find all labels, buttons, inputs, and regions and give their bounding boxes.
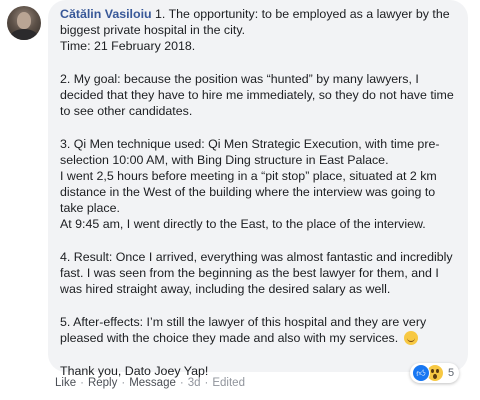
smile-emoji-icon	[403, 331, 418, 345]
separator: ·	[80, 377, 84, 389]
comment: Cătălin Vasiloiu 1. The opportunity: to …	[0, 0, 480, 400]
like-button[interactable]: Like	[55, 377, 76, 389]
comment-paragraph-2: 2. My goal: because the position was “hu…	[60, 71, 456, 119]
paragraph-3-line-3: At 9:45 am, I went directly to the East,…	[60, 217, 426, 231]
message-button[interactable]: Message	[129, 377, 176, 389]
avatar-shoulders	[10, 29, 38, 40]
author-name[interactable]: Cătălin Vasiloiu	[60, 7, 152, 21]
avatar-face	[17, 12, 31, 29]
comment-bubble: Cătălin Vasiloiu 1. The opportunity: to …	[48, 0, 468, 378]
paragraph-3-line-2: I went 2,5 hours before meeting in a “pi…	[60, 169, 437, 215]
paragraph-3-line-1: 3. Qi Men technique used: Qi Men Strateg…	[60, 137, 440, 167]
like-icon: 👍︎	[412, 364, 430, 382]
comment-paragraph-1: Cătălin Vasiloiu 1. The opportunity: to …	[60, 6, 456, 54]
paragraph-1-line-2: Time: 21 February 2018.	[60, 39, 196, 53]
paragraph-5-line-1: 5. After-effects: I’m still the lawyer o…	[60, 315, 427, 345]
paragraph-6-line-1: Thank you, Dato Joey Yap!	[60, 364, 209, 378]
paragraph-4-line-1: 4. Result: Once I arrived, everything wa…	[60, 250, 453, 296]
wow-eye-left	[431, 369, 434, 373]
reaction-count: 5	[448, 367, 455, 379]
edited-label[interactable]: Edited	[212, 377, 245, 389]
paragraph-2-line-1: 2. My goal: because the position was “hu…	[60, 72, 454, 118]
comment-age[interactable]: 3d	[188, 377, 201, 389]
separator: ·	[179, 377, 184, 389]
comment-actions: Like · Reply · Message · 3d · Edited	[55, 377, 245, 389]
wow-eye-right	[436, 369, 439, 373]
comment-paragraph-5: 5. After-effects: I’m still the lawyer o…	[60, 314, 456, 346]
wow-mouth	[433, 374, 437, 379]
reactions-summary[interactable]: 👍︎ 5	[410, 363, 460, 383]
reply-button[interactable]: Reply	[88, 377, 117, 389]
separator: ·	[121, 377, 126, 389]
comment-paragraph-4: 4. Result: Once I arrived, everything wa…	[60, 249, 456, 297]
comment-paragraph-3: 3. Qi Men technique used: Qi Men Strateg…	[60, 136, 456, 232]
avatar[interactable]	[7, 6, 41, 40]
separator: ·	[204, 377, 209, 389]
